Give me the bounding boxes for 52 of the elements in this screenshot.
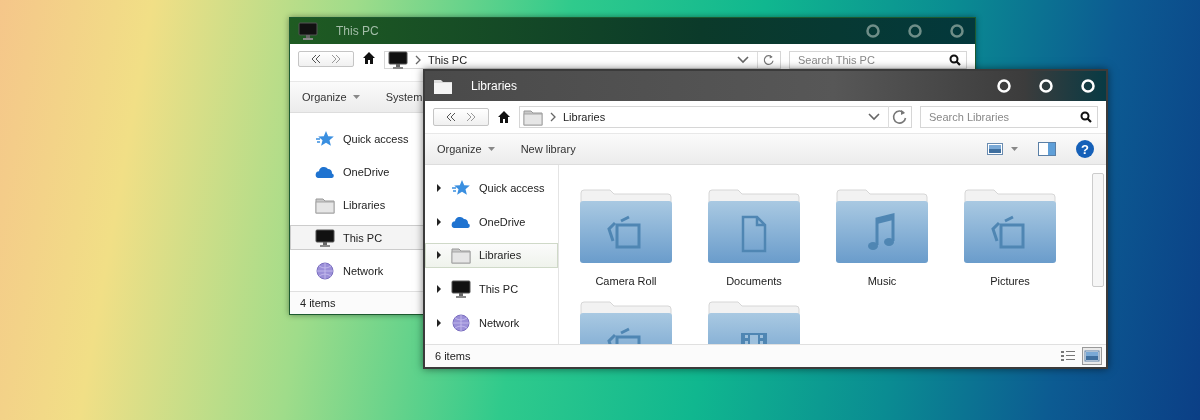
- caret-icon: [1011, 147, 1018, 151]
- folder-icon: [523, 108, 543, 126]
- search-field[interactable]: Search Libraries: [920, 106, 1098, 128]
- dropdown-chevron-icon[interactable]: [737, 56, 749, 64]
- star-icon: [451, 178, 471, 197]
- monitor-icon: [388, 51, 408, 69]
- picture-icon: [987, 143, 1003, 155]
- back-forward-buttons[interactable]: [433, 108, 489, 126]
- expand-arrow-icon[interactable]: [435, 319, 443, 328]
- breadcrumb-chevron-icon: [414, 55, 422, 65]
- large-icons-view-button[interactable]: [1082, 347, 1102, 365]
- folder-item[interactable]: Documents: [707, 187, 801, 287]
- folder-item[interactable]: Camera Roll: [579, 187, 673, 287]
- scrollbar-thumb[interactable]: [1092, 173, 1104, 287]
- document-folder-icon: [707, 187, 801, 265]
- expand-arrow-icon[interactable]: [435, 251, 443, 260]
- item-count: 4 items: [300, 297, 336, 309]
- toolbar-button[interactable]: Organize: [433, 141, 499, 157]
- folder-icon: [315, 196, 335, 214]
- nav-item[interactable]: This PC: [425, 276, 558, 303]
- folder-icon: [451, 246, 471, 265]
- expand-arrow-icon[interactable]: [435, 183, 443, 192]
- nav-item[interactable]: Network: [425, 310, 558, 336]
- home-icon[interactable]: [497, 110, 511, 124]
- help-button[interactable]: ?: [1076, 140, 1094, 158]
- music-folder-icon: [835, 187, 929, 265]
- folder-item[interactable]: Music: [835, 187, 929, 287]
- monitor-icon: [298, 22, 318, 40]
- nav-item[interactable]: Libraries: [425, 242, 558, 269]
- expand-arrow-icon[interactable]: [435, 217, 443, 226]
- picture-folder-icon: [579, 187, 673, 265]
- nav-item[interactable]: Quick access: [425, 175, 558, 201]
- monitor-icon: [451, 280, 471, 299]
- window-title: Libraries: [471, 79, 519, 93]
- picture-folder-icon: [963, 187, 1057, 265]
- view-options-button[interactable]: [987, 143, 1018, 155]
- folder-item[interactable]: Pictures: [963, 187, 1057, 287]
- breadcrumb-item[interactable]: Libraries: [563, 111, 862, 123]
- nav-item[interactable]: OneDrive: [425, 208, 558, 235]
- globe-icon: [451, 314, 471, 333]
- window-title: This PC: [336, 24, 380, 38]
- monitor-icon: [315, 228, 335, 247]
- dropdown-chevron-icon[interactable]: [868, 113, 880, 121]
- address-bar[interactable]: Libraries: [519, 106, 912, 128]
- item-count: 6 items: [435, 350, 471, 362]
- toolbar-button[interactable]: New library: [516, 141, 580, 157]
- folder-icon: [433, 77, 453, 95]
- preview-pane-button[interactable]: [1038, 142, 1056, 156]
- breadcrumb-chevron-icon: [549, 112, 557, 122]
- globe-icon: [315, 261, 335, 280]
- expand-arrow-icon[interactable]: [435, 285, 443, 294]
- breadcrumb-item[interactable]: This PC: [428, 54, 731, 66]
